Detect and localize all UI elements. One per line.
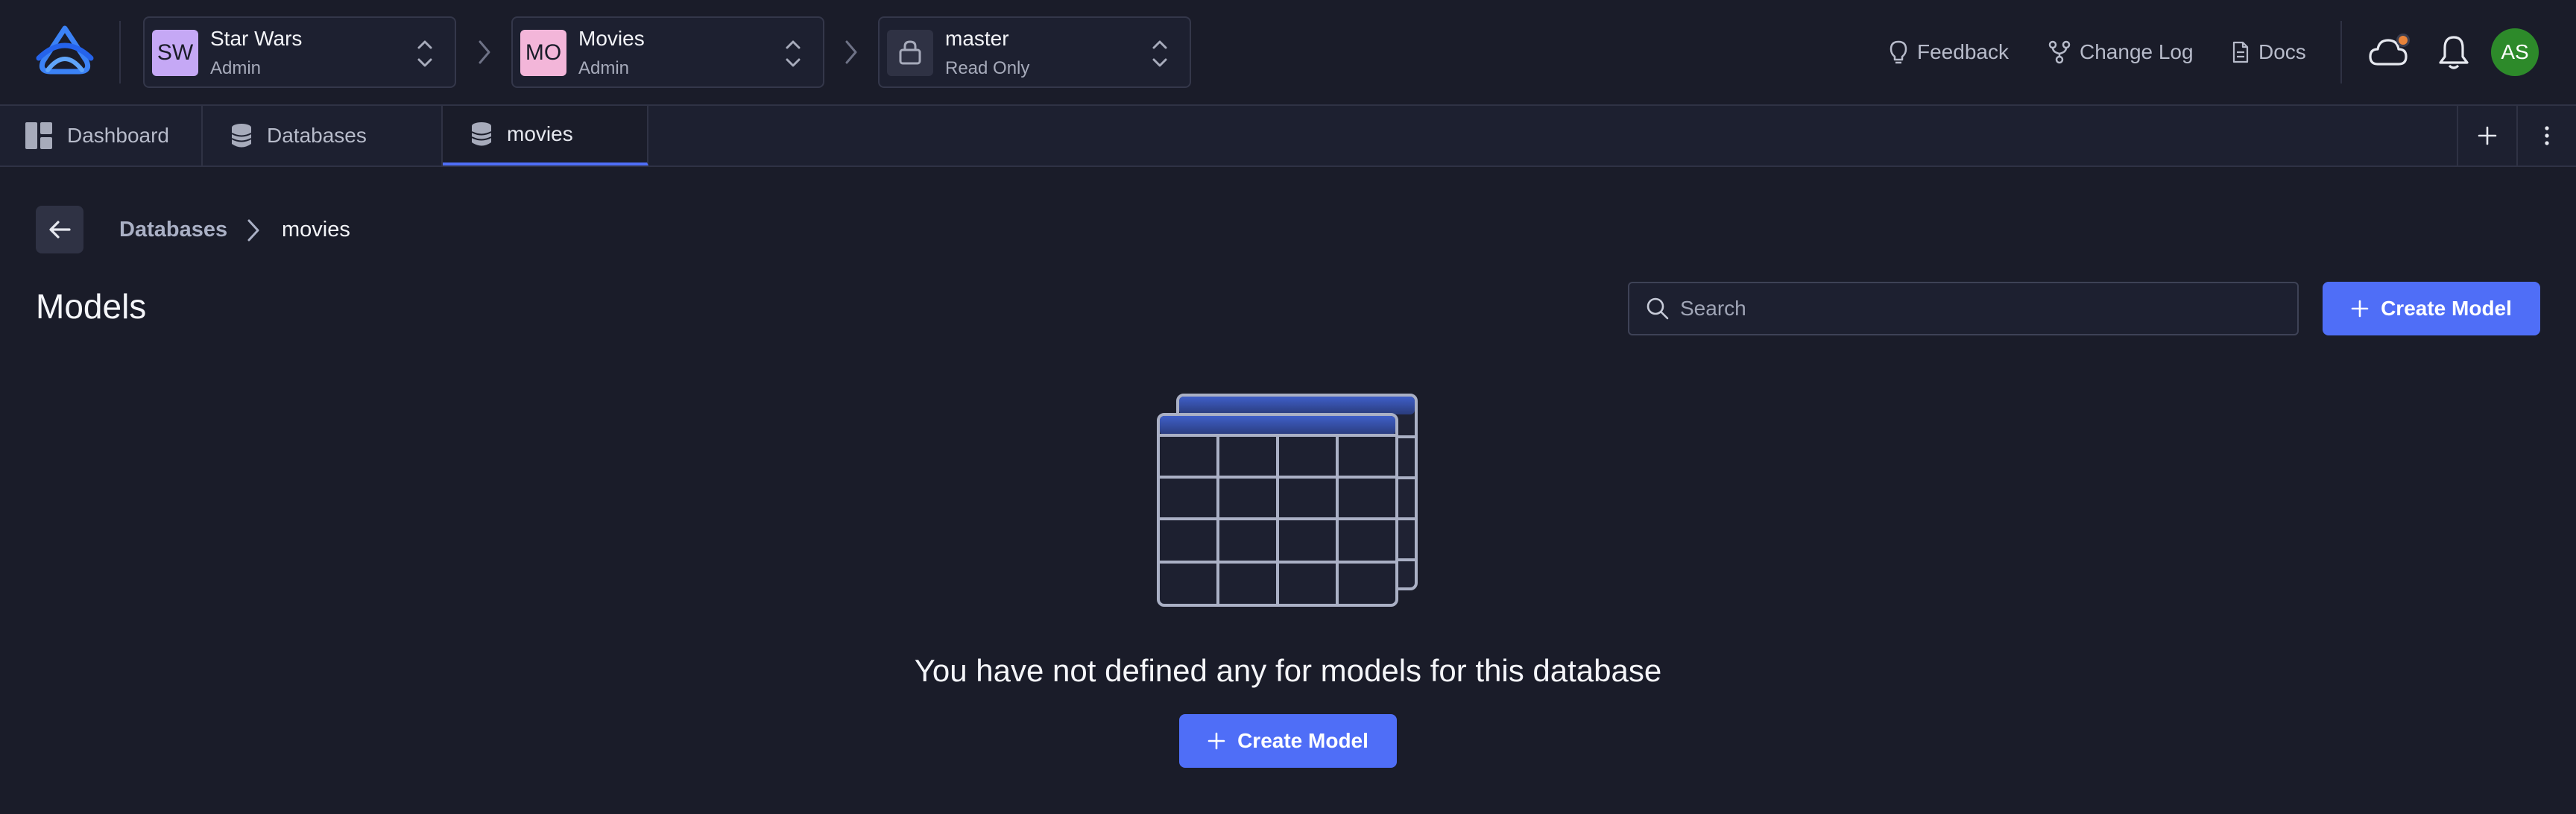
empty-state-message: You have not defined any for models for … (914, 653, 1662, 688)
branch-switcher[interactable]: master Read Only (878, 16, 1191, 88)
search-box[interactable] (1628, 282, 2299, 335)
dashboard-icon (25, 122, 52, 149)
breadcrumb-databases[interactable]: Databases (119, 218, 227, 242)
docs-label: Docs (2258, 40, 2306, 63)
user-avatar[interactable]: AS (2491, 28, 2539, 76)
changelog-link[interactable]: Change Log (2048, 37, 2194, 67)
tab-label: Dashboard (67, 124, 169, 147)
tab-menu-button[interactable] (2516, 106, 2576, 165)
project-avatar: MO (520, 30, 566, 76)
lightbulb-icon (1890, 40, 1907, 64)
empty-table-illustration-icon (1157, 394, 1418, 607)
branch-badge (887, 30, 933, 76)
docs-link[interactable]: Docs (2232, 37, 2306, 67)
feedback-label: Feedback (1917, 40, 2009, 63)
create-model-button[interactable]: Create Model (2323, 282, 2540, 335)
plus-icon (2351, 300, 2369, 318)
empty-create-model-label: Create Model (1237, 729, 1368, 752)
tab-databases[interactable]: Databases (203, 106, 443, 165)
tab-dashboard[interactable]: Dashboard (0, 106, 203, 165)
chevron-up-down-icon (1152, 40, 1167, 67)
plus-icon (2478, 126, 2497, 145)
project-role: Admin (578, 58, 630, 78)
tab-movies[interactable]: movies (443, 106, 648, 165)
project-switcher[interactable]: MO Movies Admin (511, 16, 824, 88)
feedback-link[interactable]: Feedback (1889, 37, 2009, 67)
search-input[interactable] (1680, 297, 2291, 321)
chevron-up-down-icon (417, 40, 432, 67)
branch-access: Read Only (945, 58, 1030, 78)
search-icon (1647, 297, 1669, 320)
create-model-label: Create Model (2381, 297, 2512, 320)
chevron-right-icon (479, 40, 490, 64)
tab-bar: Dashboard Databases movies (0, 106, 2576, 167)
divider (2340, 21, 2342, 83)
arrow-left-icon (49, 221, 71, 239)
branch-name: master (945, 27, 1009, 50)
org-avatar: SW (152, 30, 198, 76)
changelog-label: Change Log (2080, 40, 2194, 63)
cloud-status-icon[interactable] (2367, 33, 2412, 72)
org-name: Star Wars (210, 27, 303, 50)
back-button[interactable] (36, 206, 83, 253)
bell-icon[interactable] (2437, 33, 2470, 72)
tab-label: movies (507, 122, 573, 145)
chevron-up-down-icon (786, 40, 801, 67)
divider (119, 21, 121, 83)
database-icon (471, 122, 492, 146)
empty-create-model-button[interactable]: Create Model (1179, 714, 1397, 768)
add-tab-button[interactable] (2457, 106, 2516, 165)
app-logo-icon[interactable] (33, 25, 97, 79)
plus-icon (1208, 732, 1225, 750)
document-icon (2232, 41, 2249, 63)
top-bar: SW Star Wars Admin MO Movies Admin maste… (0, 0, 2576, 106)
branch-icon (2048, 40, 2071, 64)
org-role: Admin (210, 58, 262, 78)
lock-icon (899, 40, 921, 65)
tab-label: Databases (267, 124, 367, 147)
chevron-right-icon (845, 40, 857, 64)
breadcrumb-current: movies (282, 218, 350, 242)
project-name: Movies (578, 27, 645, 50)
chevron-right-icon (247, 219, 259, 242)
more-vertical-icon (2545, 126, 2549, 145)
org-switcher[interactable]: SW Star Wars Admin (143, 16, 456, 88)
page-title: Models (36, 287, 147, 326)
database-icon (231, 124, 252, 148)
